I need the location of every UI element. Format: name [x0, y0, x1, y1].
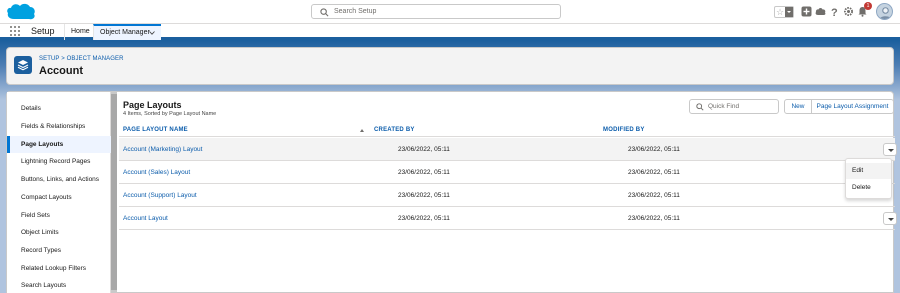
- table-header: PAGE LAYOUT NAME CREATED BY MODIFIED BY: [119, 125, 895, 137]
- table-row: Account (Sales) Layout 23/06/2022, 05:11…: [119, 161, 895, 184]
- tab-object-manager[interactable]: Object Manager: [93, 24, 161, 40]
- table-row: Account (Marketing) Layout 23/06/2022, 0…: [119, 138, 897, 161]
- layout-name-link[interactable]: Account (Marketing) Layout: [123, 146, 202, 153]
- user-avatar-icon: [879, 7, 892, 19]
- favorites-dropdown-icon[interactable]: [785, 7, 793, 17]
- page-header: SETUP > OBJECT MANAGER Account: [6, 47, 894, 85]
- layers-icon: [14, 56, 32, 74]
- gear-icon[interactable]: [843, 6, 854, 17]
- tab-home[interactable]: Home: [64, 24, 94, 40]
- salesforce-cloud-logo[interactable]: [6, 3, 36, 21]
- menu-item-edit[interactable]: Edit: [846, 163, 891, 179]
- search-icon: [320, 8, 329, 17]
- add-icon[interactable]: [801, 6, 812, 17]
- quick-find-input[interactable]: Quick Find: [689, 99, 779, 114]
- quick-find-placeholder: Quick Find: [708, 103, 740, 110]
- menu-item-delete[interactable]: Delete: [846, 180, 891, 196]
- main-container: Details Fields & Relationships Page Layo…: [6, 91, 897, 293]
- favorites-button[interactable]: ☆: [774, 6, 794, 18]
- sidebar-item-lightning-record-pages[interactable]: Lightning Record Pages: [7, 153, 111, 170]
- global-search-input[interactable]: Search Setup: [311, 4, 561, 19]
- page-title: Account: [39, 65, 83, 77]
- column-header-name[interactable]: PAGE LAYOUT NAME: [123, 127, 188, 133]
- modified-by-cell: 23/06/2022, 05:11: [628, 169, 680, 176]
- page-layout-assignment-button[interactable]: Page Layout Assignment: [812, 99, 894, 114]
- created-by-cell: 23/06/2022, 05:11: [398, 146, 450, 153]
- column-header-modified-by[interactable]: MODIFIED BY: [603, 127, 645, 133]
- sidebar-item-page-layouts[interactable]: Page Layouts: [7, 136, 111, 153]
- row-actions-button[interactable]: [883, 143, 897, 156]
- breadcrumb-separator: >: [61, 56, 65, 62]
- global-header: Search Setup ☆ ? 1: [0, 0, 900, 24]
- breadcrumb: SETUP > OBJECT MANAGER: [39, 56, 124, 62]
- row-actions-menu: Edit Delete: [845, 158, 892, 199]
- star-icon: ☆: [776, 7, 785, 17]
- new-button[interactable]: New: [784, 99, 812, 114]
- sidebar-item-field-sets[interactable]: Field Sets: [7, 207, 111, 224]
- sidebar-scrollbar-thumb[interactable]: [111, 94, 117, 290]
- svg-text:?: ?: [831, 7, 838, 17]
- layout-name-link[interactable]: Account (Sales) Layout: [123, 169, 190, 176]
- help-icon[interactable]: ?: [829, 6, 840, 17]
- notification-badge: 1: [864, 2, 872, 10]
- chevron-down-icon[interactable]: [149, 30, 155, 36]
- sidebar-item-search-layouts[interactable]: Search Layouts: [7, 277, 111, 293]
- sidebar-item-buttons-links-actions[interactable]: Buttons, Links, and Actions: [7, 171, 111, 188]
- search-placeholder: Search Setup: [334, 8, 377, 15]
- object-sidebar: Details Fields & Relationships Page Layo…: [7, 92, 111, 293]
- tab-object-manager-label: Object Manager: [100, 29, 150, 36]
- created-by-cell: 23/06/2022, 05:11: [398, 192, 450, 199]
- sidebar-item-compact-layouts[interactable]: Compact Layouts: [7, 189, 111, 206]
- sidebar-scrollbar[interactable]: [111, 92, 117, 293]
- modified-by-cell: 23/06/2022, 05:11: [628, 215, 680, 222]
- layout-name-link[interactable]: Account (Support) Layout: [123, 192, 197, 199]
- page-layouts-panel: Page Layouts 4 Items, Sorted by Page Lay…: [119, 92, 897, 293]
- modified-by-cell: 23/06/2022, 05:11: [628, 146, 680, 153]
- avatar[interactable]: [876, 3, 893, 20]
- sidebar-item-fields-relationships[interactable]: Fields & Relationships: [7, 118, 111, 135]
- table-row: Account Layout 23/06/2022, 05:11 23/06/2…: [119, 207, 897, 230]
- column-header-created-by[interactable]: CREATED BY: [374, 127, 415, 133]
- sidebar-item-object-limits[interactable]: Object Limits: [7, 224, 111, 241]
- trailhead-cloud-icon[interactable]: [815, 6, 826, 17]
- layout-name-link[interactable]: Account Layout: [123, 215, 168, 222]
- breadcrumb-setup[interactable]: SETUP: [39, 56, 59, 62]
- modified-by-cell: 23/06/2022, 05:11: [628, 192, 680, 199]
- created-by-cell: 23/06/2022, 05:11: [398, 169, 450, 176]
- sidebar-item-details[interactable]: Details: [7, 100, 111, 117]
- row-actions-button[interactable]: [883, 212, 897, 225]
- context-bar: Setup Home Object Manager: [0, 24, 900, 40]
- app-name: Setup: [31, 26, 55, 36]
- sidebar-item-record-types[interactable]: Record Types: [7, 242, 111, 259]
- sidebar-item-related-lookup-filters[interactable]: Related Lookup Filters: [7, 260, 111, 277]
- section-subtitle: 4 Items, Sorted by Page Layout Name: [123, 111, 217, 117]
- breadcrumb-object-manager[interactable]: OBJECT MANAGER: [67, 56, 124, 62]
- search-icon: [696, 103, 704, 111]
- app-launcher-icon[interactable]: [10, 26, 21, 37]
- sort-ascending-icon[interactable]: [360, 129, 364, 132]
- tab-home-label: Home: [71, 28, 90, 35]
- section-title: Page Layouts: [123, 100, 182, 110]
- created-by-cell: 23/06/2022, 05:11: [398, 215, 450, 222]
- table-row: Account (Support) Layout 23/06/2022, 05:…: [119, 184, 895, 207]
